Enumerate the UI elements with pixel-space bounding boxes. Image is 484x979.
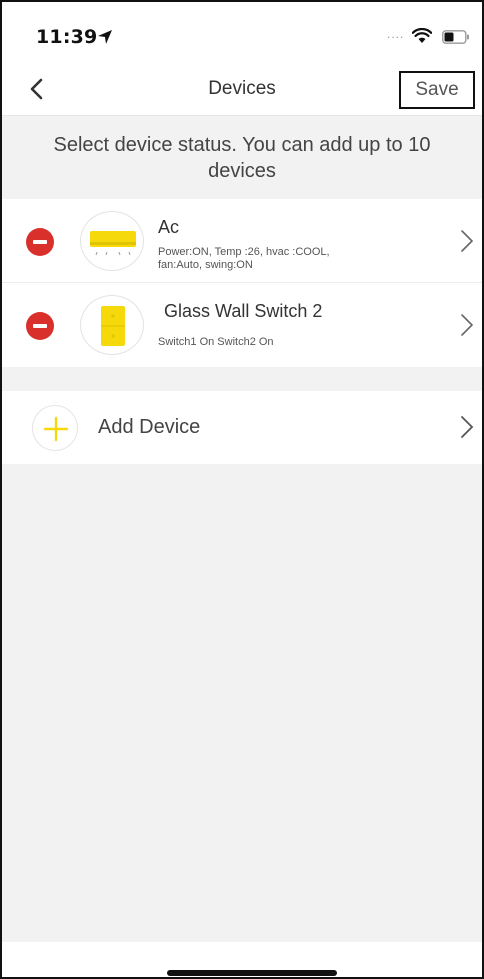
save-button[interactable]: Save [399,71,475,109]
add-device-button[interactable] [32,405,78,451]
wifi-icon [412,28,432,43]
home-indicator[interactable] [167,970,337,976]
nav-bar: Devices Save [2,64,482,116]
remove-device-button[interactable] [26,228,54,256]
air-conditioner-icon [90,231,136,256]
chevron-right-icon [461,230,474,252]
wall-switch-icon [101,306,125,346]
phone-frame: 11:39 .... Devices Save Select device st… [0,0,484,979]
chevron-right-icon [461,314,474,336]
device-row-glass-wall-switch[interactable]: Glass Wall Switch 2 Switch1 On Switch2 O… [2,283,482,367]
status-time: 11:39 [36,26,98,48]
device-status-line-2: fan:Auto, swing:ON [158,259,253,271]
status-bar: 11:39 .... [2,2,482,64]
device-status-line-1: Switch1 On Switch2 On [158,336,274,348]
device-status-line-1: Power:ON, Temp :26, hvac :COOL, [158,246,330,258]
battery-icon [442,30,469,44]
chevron-right-icon [461,416,474,438]
device-name: Ac [158,217,180,237]
home-indicator-area [2,942,482,977]
device-thumbnail [80,295,144,355]
remove-device-button[interactable] [26,312,54,340]
location-arrow-icon [98,30,112,44]
device-thumbnail [80,211,144,271]
signal-dots: .... [387,27,405,41]
instruction-text: Select device status. You can add up to … [53,134,431,182]
device-list: Ac Power:ON, Temp :26, hvac :COOL, fan:A… [2,199,482,367]
device-name: Glass Wall Switch 2 [164,301,323,321]
add-device-label: Add Device [98,416,201,438]
device-row-ac[interactable]: Ac Power:ON, Temp :26, hvac :COOL, fan:A… [2,199,482,283]
add-device-row[interactable]: Add Device [2,391,482,464]
plus-icon [43,416,69,442]
